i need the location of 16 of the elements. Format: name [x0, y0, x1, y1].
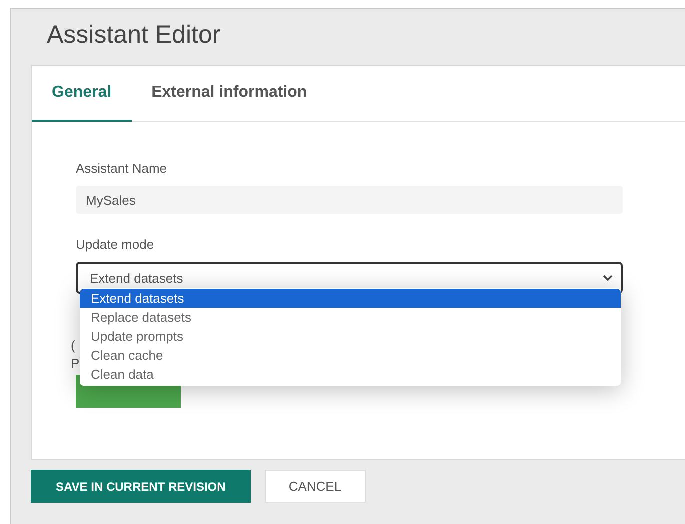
dropdown-option[interactable]: Update prompts — [80, 327, 621, 346]
dropdown-option[interactable]: Extend datasets — [80, 289, 621, 308]
chevron-down-icon — [603, 274, 613, 282]
cancel-button[interactable]: CANCEL — [264, 470, 366, 503]
dropdown-option[interactable]: Clean data — [80, 365, 621, 384]
window-title: Assistant Editor — [47, 21, 222, 51]
field-label: Update mode — [76, 237, 154, 252]
partial-text: P — [71, 356, 80, 371]
save-button[interactable]: SAVE IN CURRENT REVISION — [31, 470, 251, 503]
tab[interactable]: General — [32, 66, 132, 122]
partial-text: ( — [71, 338, 76, 353]
dropdown-option[interactable]: Replace datasets — [80, 308, 621, 327]
tab[interactable]: External information — [132, 66, 328, 122]
name-field[interactable]: MySales — [76, 186, 623, 214]
dropdown-option[interactable]: Clean cache — [80, 346, 621, 365]
field-label: Assistant Name — [76, 161, 168, 176]
